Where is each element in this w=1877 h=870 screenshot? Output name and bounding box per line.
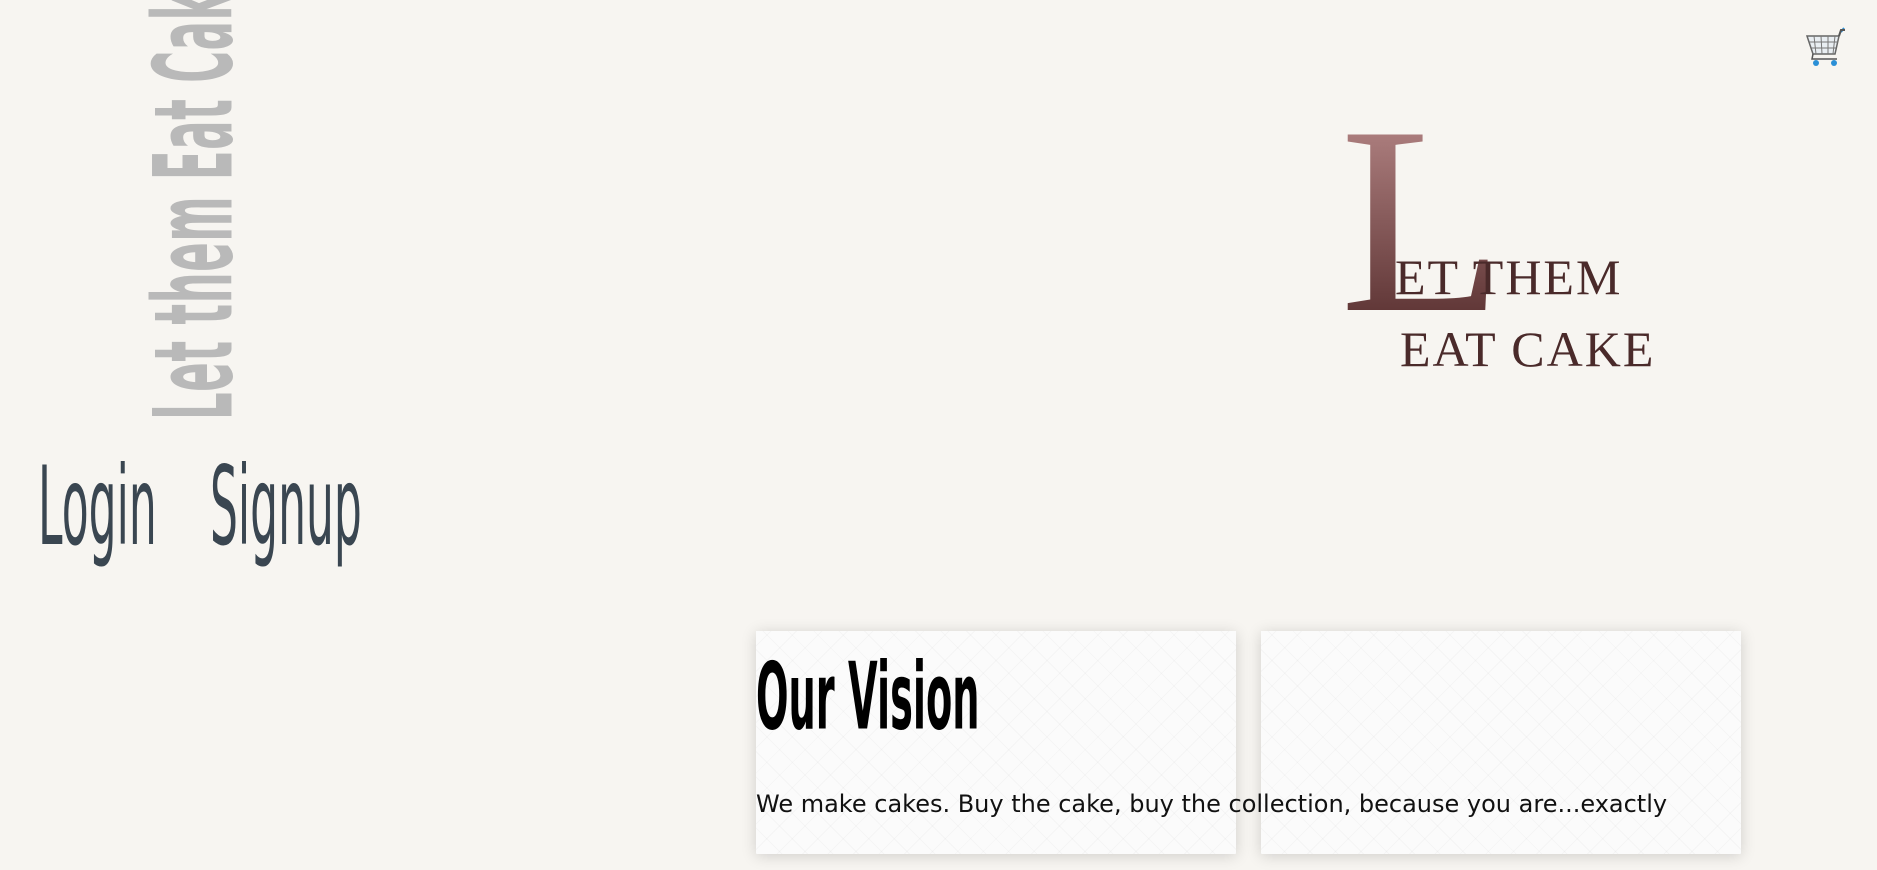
cart-button[interactable] <box>1805 26 1849 70</box>
vertical-brand-title: Let them Eat Cake <box>131 0 258 420</box>
page: Let them Eat Cake Login Signup L ET THEM… <box>0 0 1877 870</box>
logo-line-2: EAT CAKE <box>1400 321 1655 377</box>
auth-nav: Login Signup <box>38 451 378 572</box>
login-link[interactable]: Login <box>38 451 157 561</box>
vision-text: We make cakes. Buy the cake, buy the col… <box>756 790 1668 818</box>
shopping-cart-icon <box>1805 27 1845 66</box>
vertical-brand-text: Let them Eat Cake <box>130 0 258 420</box>
logo: L ET THEM EAT CAKE <box>1340 71 1660 382</box>
vision-title: Our Vision <box>756 642 980 751</box>
logo-line-1: ET THEM <box>1395 249 1622 305</box>
logo-graphic: L ET THEM EAT CAKE <box>1340 71 1655 377</box>
signup-link[interactable]: Signup <box>210 451 362 561</box>
secondary-card <box>1261 631 1741 854</box>
